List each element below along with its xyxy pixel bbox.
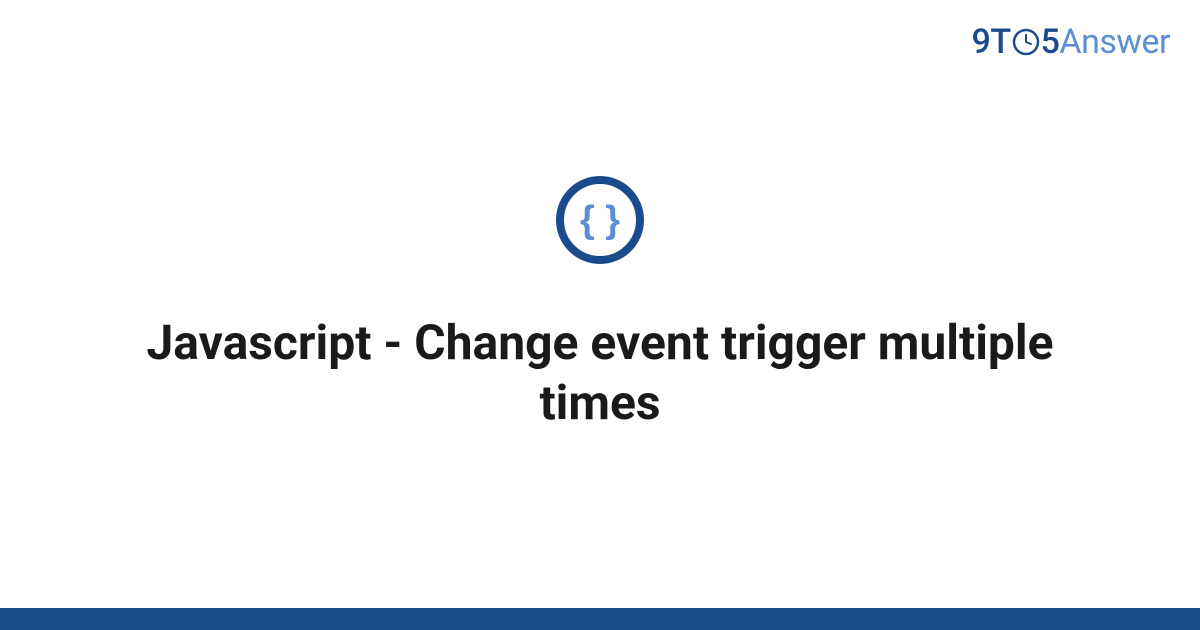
code-braces-icon: { } [555,175,645,265]
content-area: { } Javascript - Change event trigger mu… [0,0,1200,608]
footer-bar [0,608,1200,630]
question-title: Javascript - Change event trigger multip… [100,313,1100,433]
svg-text:{ }: { } [580,199,620,241]
